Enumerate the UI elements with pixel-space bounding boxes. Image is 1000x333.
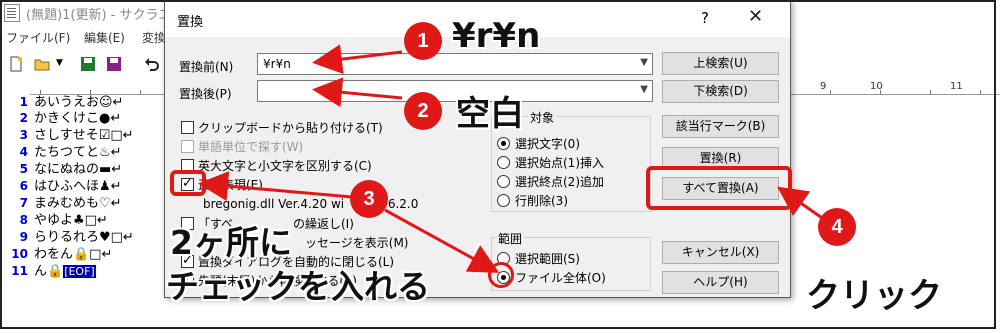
line-number: 3 (19, 128, 28, 142)
option-label: 英大文字と小文字を区別する(C) (198, 159, 372, 173)
find-input[interactable]: ¥r¥n ▼ (257, 53, 653, 75)
step-4-text: クリック (806, 276, 942, 316)
text-line: あいうえお☺↵ (34, 95, 124, 110)
cancel-button[interactable]: キャンセル(X) (662, 241, 779, 264)
line-number: 4 (19, 145, 28, 159)
option-label: ッセージを表示(M) (305, 236, 409, 250)
menu-edit[interactable]: 編集(E) (84, 29, 125, 46)
search-down-button[interactable]: 下検索(D) (662, 80, 779, 103)
mark-lines-button[interactable]: 該当行マーク(B) (662, 115, 779, 138)
option-label: 単語単位で探す(W) (198, 140, 304, 154)
editor-title: (無題)1(更新) - サクラエ (26, 8, 172, 23)
line-number: 10 (11, 247, 28, 261)
text-line: らりるれろ♥□↵ (34, 230, 134, 245)
radio-label: 行削除(3) (515, 194, 568, 208)
target-radio-append[interactable] (497, 175, 510, 188)
group-title: 範囲 (496, 230, 525, 247)
find-label: 置換前(N) (179, 60, 234, 74)
text-line-content: ん🔒 (34, 264, 64, 279)
radio-label: 選択範囲(S) (515, 252, 580, 266)
step-3-text-line-2: チェックを入れる (166, 267, 430, 306)
line-number: 7 (19, 196, 28, 210)
save-as-icon[interactable] (106, 56, 122, 72)
radio-label: 選択始点(1)挿入 (515, 156, 604, 170)
line-number: 5 (19, 162, 28, 176)
step-2-badge: 2 (404, 92, 442, 130)
option-label: クリップボードから貼り付ける(T) (198, 121, 383, 135)
text-line: たちつてと♨↵ (34, 145, 122, 160)
option-label: 正規表現(E) (198, 178, 263, 192)
step-3-text-line-1: 2ヶ所に (170, 223, 292, 262)
replace-all-highlight (646, 166, 792, 210)
radio-label: 選択文字(0) (515, 137, 580, 151)
ruler-label: 11 (950, 81, 963, 92)
undo-icon[interactable] (144, 56, 160, 72)
radio-label: 選択終点(2)追加 (515, 175, 604, 189)
close-icon[interactable]: ✕ (748, 6, 763, 27)
chevron-down-icon[interactable]: ▼ (640, 84, 648, 95)
whole-word-checkbox (181, 140, 194, 153)
line-number: 2 (19, 111, 28, 125)
text-line: さしすせそ☑□↵ (34, 128, 134, 143)
option-label: の繰返し(I) (293, 217, 354, 231)
eof-marker: [EOF] (63, 265, 96, 278)
help-question-icon[interactable]: ? (701, 9, 709, 27)
text-line: やゆよ♣□↵ (34, 213, 108, 228)
step-2-text: 空白 (456, 94, 524, 134)
regex-library-info: bregonig.dll Ver.4.20 wi (203, 197, 345, 211)
paste-from-clipboard-checkbox[interactable] (181, 121, 194, 134)
line-number: 11 (11, 264, 28, 278)
new-file-icon[interactable] (8, 56, 24, 72)
line-number-gutter: 1 2 3 4 5 6 7 8 9 10 11 (0, 95, 30, 285)
menu-convert[interactable]: 変換 (142, 29, 166, 46)
line-number: 9 (19, 230, 28, 244)
whole-file-highlight (488, 262, 514, 288)
menu-file[interactable]: ファイル(F) (6, 29, 70, 46)
target-radio-delete-line[interactable] (497, 194, 510, 207)
replace-input[interactable]: ▼ (257, 80, 653, 102)
step-3-badge: 3 (350, 180, 388, 218)
target-radio-insert[interactable] (497, 156, 510, 169)
step-1-text: ¥r¥n (452, 16, 541, 56)
replace-label: 置換後(P) (179, 87, 232, 101)
help-button[interactable]: ヘルプ(H) (662, 271, 779, 294)
save-icon[interactable] (80, 56, 96, 72)
dialog-title: 置換 (177, 15, 204, 30)
step-1-badge: 1 (404, 22, 442, 60)
search-up-button[interactable]: 上検索(U) (662, 52, 779, 75)
text-line: わをん🔒□↵ (34, 247, 113, 262)
step-4-badge: 4 (818, 208, 856, 246)
chevron-down-icon[interactable]: ▼ (640, 57, 648, 68)
chevron-down-icon[interactable]: ▼ (56, 58, 63, 68)
line-number: 8 (19, 213, 28, 227)
target-radio-selection[interactable] (497, 137, 510, 150)
line-number: 6 (19, 179, 28, 193)
notepad-icon (4, 4, 20, 22)
open-folder-icon[interactable] (34, 56, 50, 72)
text-line: なにぬねの▬↵ (34, 162, 123, 177)
radio-label: ファイル全体(O) (515, 271, 606, 285)
regex-highlight (170, 170, 206, 196)
ruler-label: 9 (820, 81, 827, 92)
group-title: 対象 (528, 109, 557, 126)
text-line: はひふへほ♟↵ (34, 179, 122, 194)
text-line: ん🔒[EOF] (34, 264, 96, 280)
line-number: 1 (19, 95, 28, 109)
find-input-value: ¥r¥n (263, 57, 291, 71)
text-line: まみむめも♡↵ (34, 196, 122, 211)
text-line: かきくけこ●↵ (34, 111, 122, 126)
